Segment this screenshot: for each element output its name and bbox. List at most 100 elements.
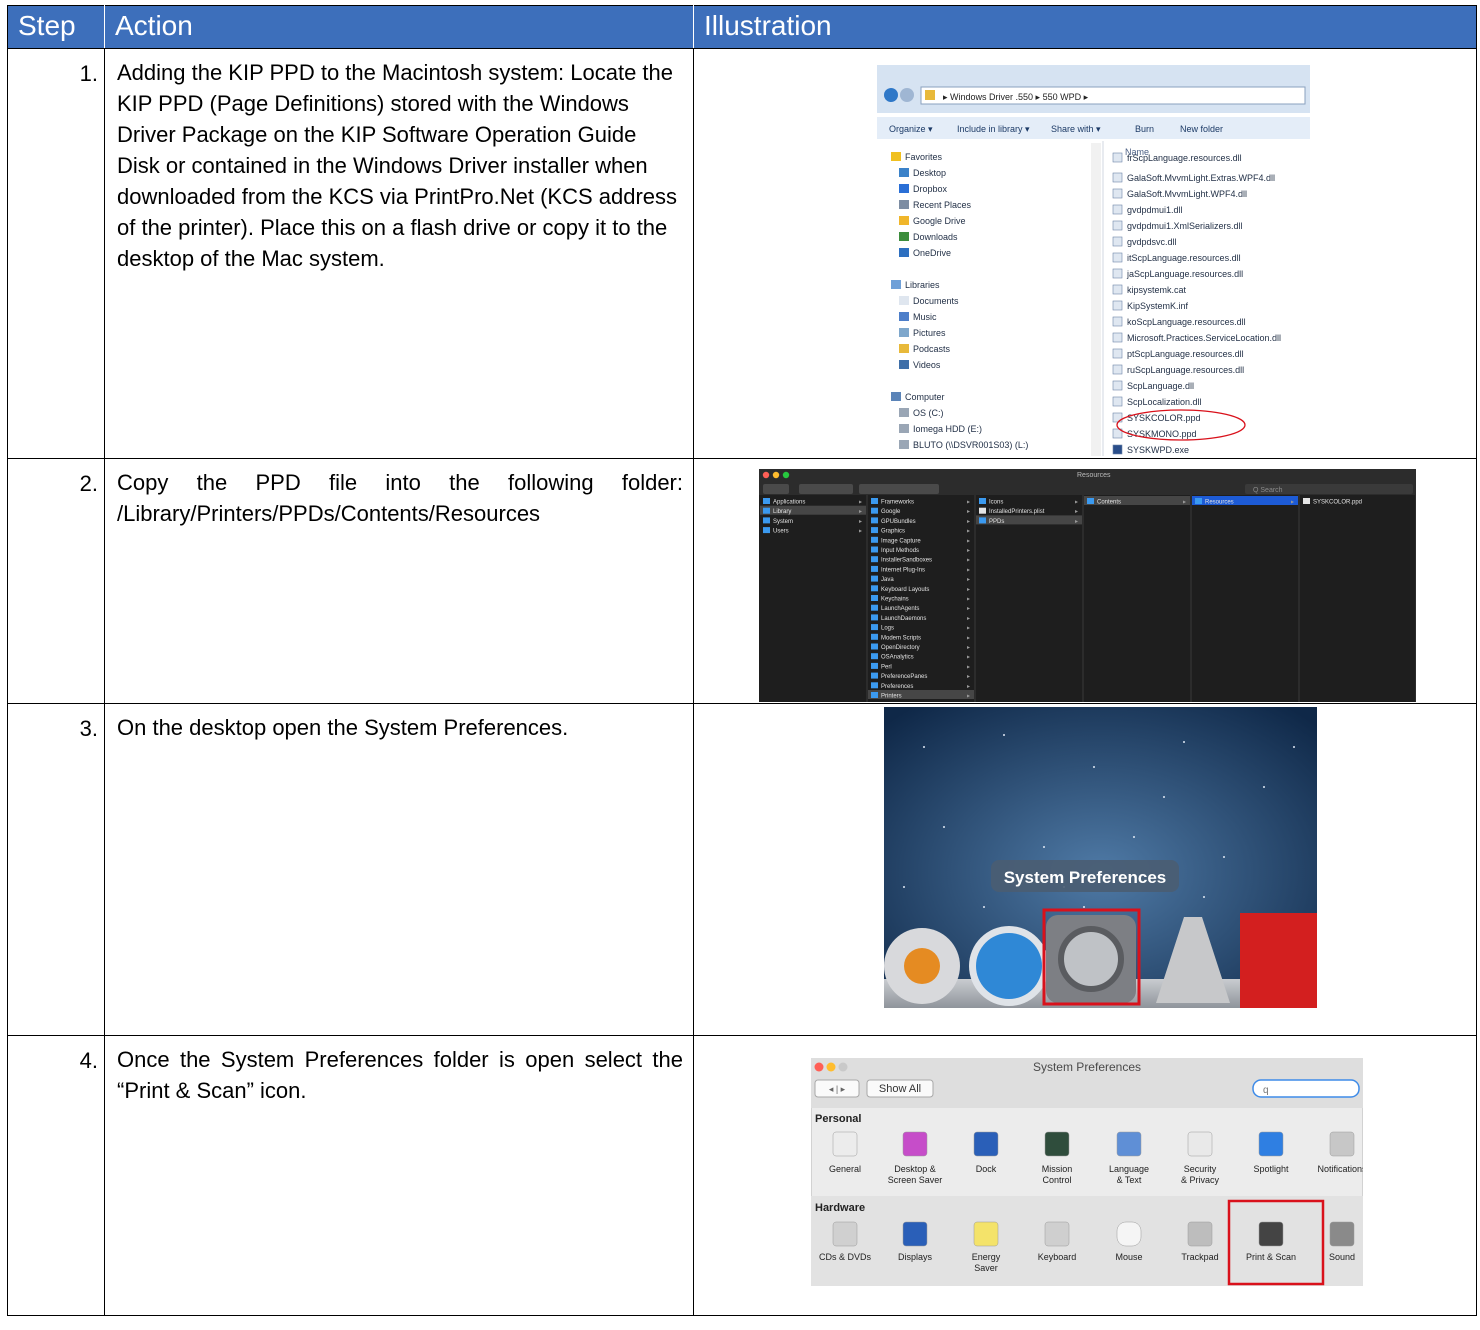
nav-item[interactable]: Libraries (905, 280, 940, 290)
toolbar-button[interactable]: New folder (1180, 124, 1223, 134)
preference-icon[interactable] (973, 1131, 999, 1157)
scrollbar[interactable] (1091, 143, 1101, 456)
toolbar-button[interactable]: Share with ▾ (1051, 124, 1101, 134)
preference-label[interactable]: Language (1109, 1164, 1149, 1174)
preference-icon[interactable] (973, 1221, 999, 1247)
finder-item[interactable]: InstallerSandboxes (881, 558, 932, 564)
nav-item[interactable]: OS (C:) (913, 408, 944, 418)
finder-item[interactable]: Keyboard Layouts (881, 587, 929, 593)
file-item[interactable]: GalaSoft.MvvmLight.Extras.WPF4.dll (1127, 173, 1275, 183)
close-icon[interactable] (762, 471, 770, 479)
nav-item[interactable]: Favorites (905, 152, 943, 162)
finder-item[interactable]: OpenDirectory (881, 645, 920, 651)
nav-item[interactable]: BLUTO (\\DSVR001S03) (L:) (913, 440, 1028, 450)
nav-item[interactable]: Google Drive (913, 216, 966, 226)
finder-item[interactable]: GPUBundles (881, 519, 916, 525)
preference-label[interactable]: Mouse (1115, 1252, 1142, 1262)
nav-buttons[interactable] (763, 484, 789, 494)
preference-icon[interactable] (1044, 1221, 1070, 1247)
finder-item[interactable]: Perl (881, 664, 892, 670)
finder-item[interactable]: Google (881, 509, 901, 515)
nav-item[interactable]: Downloads (913, 232, 958, 242)
finder-item[interactable]: Input Methods (881, 548, 919, 554)
preference-icon[interactable] (902, 1221, 928, 1247)
file-item[interactable]: gvdpdmui1.dll (1127, 205, 1183, 215)
preference-icon[interactable] (1329, 1131, 1355, 1157)
preference-label-line2[interactable]: Screen Saver (888, 1175, 943, 1185)
nav-item[interactable]: Dropbox (913, 184, 948, 194)
nav-item[interactable]: Videos (913, 360, 941, 370)
preference-label[interactable]: General (829, 1164, 861, 1174)
close-icon[interactable] (814, 1062, 824, 1072)
preference-icon[interactable] (1116, 1131, 1142, 1157)
file-item[interactable]: ptScpLanguage.resources.dll (1127, 349, 1244, 359)
file-item[interactable]: kipsystemk.cat (1127, 285, 1187, 295)
finder-item[interactable]: InstalledPrinters.plist (989, 509, 1045, 515)
minimize-icon[interactable] (826, 1062, 836, 1072)
preference-label[interactable]: Dock (976, 1164, 997, 1174)
nav-item[interactable]: Recent Places (913, 200, 972, 210)
preference-icon[interactable] (902, 1131, 928, 1157)
file-item[interactable]: KipSystemK.inf (1127, 301, 1189, 311)
preference-label[interactable]: Spotlight (1253, 1164, 1289, 1174)
preference-label[interactable]: Keyboard (1038, 1252, 1077, 1262)
file-item[interactable]: itScpLanguage.resources.dll (1127, 253, 1241, 263)
finder-item[interactable]: SYSKCOLOR.ppd (1313, 500, 1362, 506)
preference-label-line2[interactable]: Saver (974, 1263, 998, 1273)
finder-item[interactable]: LaunchAgents (881, 606, 919, 612)
preference-label[interactable]: Displays (898, 1252, 933, 1262)
finder-item[interactable]: Image Capture (881, 538, 921, 544)
forward-arrow-icon[interactable] (900, 88, 914, 102)
preference-label[interactable]: Mission (1042, 1164, 1073, 1174)
preference-label[interactable]: Notifications (1317, 1164, 1363, 1174)
finder-item[interactable]: Icons (989, 500, 1003, 506)
preference-icon[interactable] (1116, 1221, 1142, 1247)
finder-item[interactable]: Contents (1097, 500, 1121, 506)
finder-item[interactable]: Printers (881, 694, 902, 700)
preference-icon[interactable] (1044, 1131, 1070, 1157)
preference-icon[interactable] (832, 1131, 858, 1157)
toolbar-button[interactable]: Include in library ▾ (957, 124, 1030, 134)
nav-item[interactable]: Podcasts (913, 344, 951, 354)
nav-item[interactable]: Pictures (913, 328, 946, 338)
file-item[interactable]: frScpLanguage.resources.dll (1127, 153, 1242, 163)
nav-item[interactable]: Desktop (913, 168, 946, 178)
preference-label-line2[interactable]: & Text (1117, 1175, 1142, 1185)
preference-label[interactable]: Sound (1329, 1252, 1355, 1262)
finder-item[interactable]: Resources (1205, 500, 1234, 506)
nav-item[interactable]: Music (913, 312, 937, 322)
nav-item[interactable]: Computer (905, 392, 945, 402)
preference-label[interactable]: Energy (972, 1252, 1001, 1262)
file-item[interactable]: ScpLanguage.dll (1127, 381, 1194, 391)
file-item[interactable]: ruScpLanguage.resources.dll (1127, 365, 1244, 375)
finder-item[interactable]: LaunchDaemons (881, 616, 926, 622)
file-item[interactable]: GalaSoft.MvvmLight.WPF4.dll (1127, 189, 1247, 199)
finder-item[interactable]: PreferencePanes (881, 674, 927, 680)
preference-icon[interactable] (1258, 1131, 1284, 1157)
toolbar-button[interactable]: Organize ▾ (889, 124, 933, 134)
action-buttons[interactable] (859, 484, 939, 494)
minimize-icon[interactable] (772, 471, 780, 479)
finder-item[interactable]: System (773, 519, 793, 525)
back-arrow-icon[interactable] (884, 88, 898, 102)
preference-icon[interactable] (1258, 1221, 1284, 1247)
file-item[interactable]: koScpLanguage.resources.dll (1127, 317, 1246, 327)
file-item[interactable]: gvdpdsvc.dll (1127, 237, 1177, 247)
preference-icon[interactable] (1187, 1221, 1213, 1247)
finder-item[interactable]: Frameworks (881, 500, 914, 506)
zoom-icon[interactable] (782, 471, 790, 479)
finder-item[interactable]: Applications (773, 500, 805, 506)
finder-item[interactable]: Internet Plug-Ins (881, 567, 925, 573)
nav-item[interactable]: Iomega HDD (E:) (913, 424, 982, 434)
file-item[interactable]: ScpLocalization.dll (1127, 397, 1202, 407)
preference-label-line2[interactable]: & Privacy (1181, 1175, 1220, 1185)
search-input[interactable] (1252, 1079, 1360, 1098)
file-item[interactable]: gvdpdmui1.XmlSerializers.dll (1127, 221, 1243, 231)
acrobat-icon[interactable] (1240, 913, 1317, 1008)
preference-icon[interactable] (832, 1221, 858, 1247)
finder-item[interactable]: OSAnalytics (881, 655, 914, 661)
file-item[interactable]: Microsoft.Practices.ServiceLocation.dll (1127, 333, 1281, 343)
file-item[interactable]: jaScpLanguage.resources.dll (1126, 269, 1243, 279)
finder-item[interactable]: Preferences (881, 684, 913, 690)
preference-label-line2[interactable]: Control (1042, 1175, 1071, 1185)
